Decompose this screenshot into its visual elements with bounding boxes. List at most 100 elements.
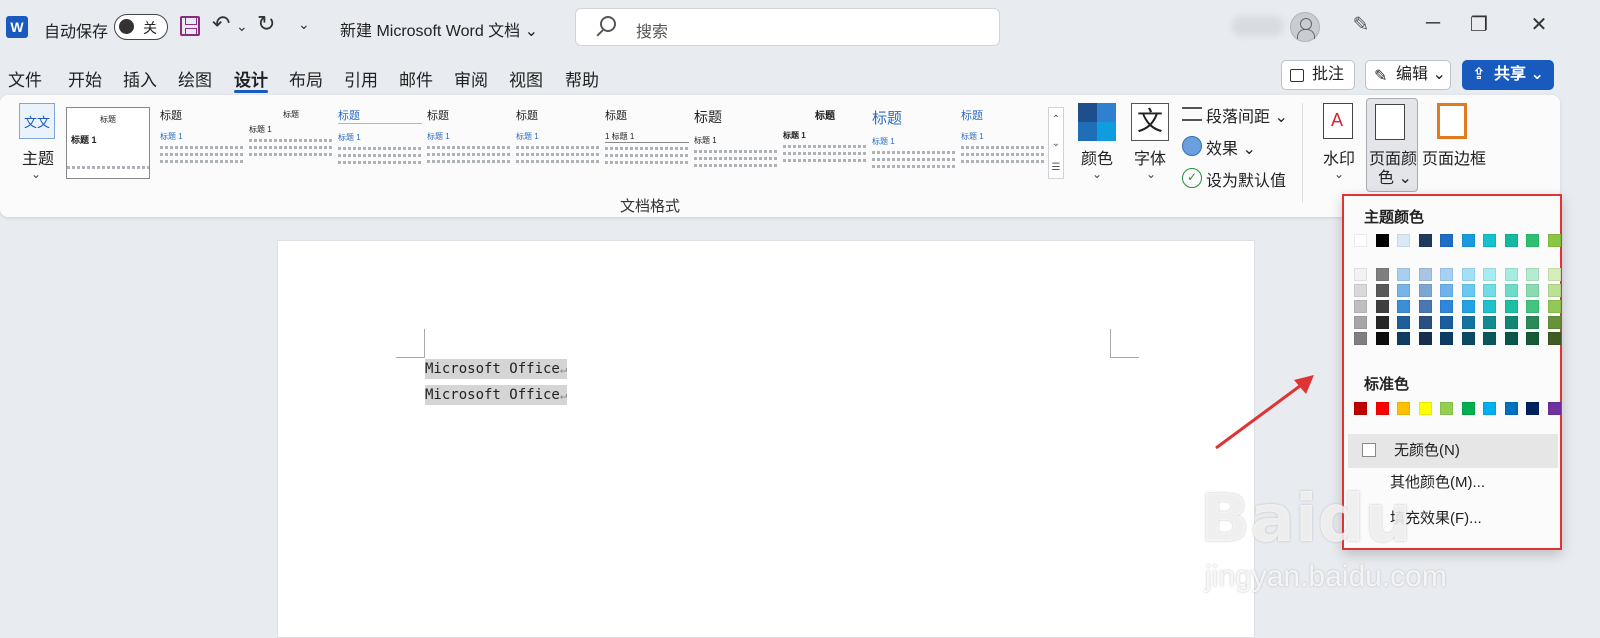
theme-color-shade-swatch[interactable] — [1547, 284, 1561, 297]
no-color-item[interactable]: 无颜色(N) — [1348, 434, 1558, 468]
themes-button[interactable]: 文文 — [16, 103, 58, 139]
theme-color-shade-swatch[interactable] — [1547, 300, 1561, 313]
tab-references[interactable]: 引用 — [344, 66, 378, 91]
theme-color-swatch[interactable] — [1483, 234, 1496, 247]
theme-color-shade-swatch[interactable] — [1354, 332, 1367, 345]
style-set-thumb[interactable]: 标题 标题 1 — [249, 107, 333, 179]
style-set-thumb[interactable]: 标题 标题 1 — [694, 107, 778, 179]
style-set-thumb[interactable]: 标题 标题 1 — [516, 107, 600, 179]
tab-insert[interactable]: 插入 — [123, 66, 157, 91]
theme-color-shade-swatch[interactable] — [1526, 268, 1539, 281]
theme-color-swatch[interactable] — [1461, 234, 1475, 247]
undo-icon[interactable]: ↶ — [212, 11, 230, 37]
theme-color-swatch[interactable] — [1397, 234, 1410, 247]
set-as-default-button[interactable]: ✓ 设为默认值 — [1182, 167, 1286, 191]
theme-color-shade-swatch[interactable] — [1418, 284, 1432, 297]
tab-review[interactable]: 审阅 — [454, 66, 488, 91]
style-set-thumb[interactable]: 标题 标题 1 — [338, 107, 422, 179]
style-set-thumb[interactable]: 标题 1 标题 1 — [605, 107, 689, 179]
theme-color-shade-swatch[interactable] — [1547, 332, 1561, 345]
style-set-thumb[interactable]: 标题 标题 1 — [961, 107, 1045, 179]
document-title[interactable]: 新建 Microsoft Word 文档 ⌄ — [340, 17, 538, 41]
autosave-toggle[interactable]: 关 — [114, 14, 168, 40]
theme-color-swatch[interactable] — [1418, 234, 1432, 247]
style-set-thumb[interactable]: 标题 标题 1 — [872, 107, 956, 179]
theme-color-shade-swatch[interactable] — [1440, 332, 1453, 345]
page-borders-label[interactable]: 页面边框 — [1422, 145, 1486, 169]
theme-color-shade-swatch[interactable] — [1483, 300, 1496, 313]
minimize-button[interactable]: ─ — [1418, 12, 1448, 35]
coauthor-icon[interactable]: ✎ — [1346, 12, 1376, 37]
theme-color-shade-swatch[interactable] — [1504, 300, 1518, 313]
theme-color-swatch[interactable] — [1440, 234, 1453, 247]
theme-color-shade-swatch[interactable] — [1397, 316, 1410, 329]
standard-color-swatch[interactable] — [1418, 402, 1432, 415]
undo-dropdown-icon[interactable]: ⌄ — [236, 18, 248, 35]
theme-color-swatch[interactable] — [1526, 234, 1539, 247]
standard-color-swatch[interactable] — [1440, 402, 1453, 415]
theme-color-shade-swatch[interactable] — [1354, 284, 1367, 297]
theme-color-shade-swatch[interactable] — [1440, 300, 1453, 313]
theme-color-shade-swatch[interactable] — [1461, 300, 1475, 313]
theme-color-shade-swatch[interactable] — [1526, 284, 1539, 297]
redo-icon[interactable]: ↻ — [257, 11, 275, 37]
page-borders-icon[interactable] — [1437, 103, 1467, 139]
share-button[interactable]: ⇪ 共享 ⌄ — [1462, 60, 1554, 90]
standard-color-swatch[interactable] — [1354, 402, 1367, 415]
theme-color-shade-swatch[interactable] — [1397, 300, 1410, 313]
theme-color-shade-swatch[interactable] — [1483, 284, 1496, 297]
tab-layout[interactable]: 布局 — [289, 66, 323, 91]
theme-color-shade-swatch[interactable] — [1375, 300, 1389, 313]
theme-color-shade-swatch[interactable] — [1440, 316, 1453, 329]
document-page[interactable]: Microsoft Office↵ Microsoft Office↵ — [277, 240, 1255, 638]
theme-color-shade-swatch[interactable] — [1504, 284, 1518, 297]
theme-color-shade-swatch[interactable] — [1461, 268, 1475, 281]
theme-color-shade-swatch[interactable] — [1504, 268, 1518, 281]
watermark-label[interactable]: 水印 — [1323, 145, 1355, 169]
tab-help[interactable]: 帮助 — [565, 66, 599, 91]
theme-color-shade-swatch[interactable] — [1504, 332, 1518, 345]
avatar[interactable] — [1290, 12, 1320, 42]
theme-color-shade-swatch[interactable] — [1526, 316, 1539, 329]
standard-color-swatch[interactable] — [1461, 402, 1475, 415]
theme-color-shade-swatch[interactable] — [1354, 316, 1367, 329]
tab-draw[interactable]: 绘图 — [178, 66, 212, 91]
style-set-thumb[interactable]: 标题 标题 1 — [783, 107, 867, 179]
theme-color-shade-swatch[interactable] — [1418, 268, 1432, 281]
colors-label[interactable]: 颜色 — [1081, 145, 1113, 169]
theme-color-shade-swatch[interactable] — [1461, 284, 1475, 297]
document-text-line[interactable]: Microsoft Office↵ — [425, 359, 568, 379]
theme-color-shade-swatch[interactable] — [1440, 284, 1453, 297]
theme-color-swatch[interactable] — [1375, 234, 1389, 247]
theme-color-shade-swatch[interactable] — [1526, 300, 1539, 313]
theme-color-shade-swatch[interactable] — [1418, 300, 1432, 313]
gallery-up-icon[interactable]: ⌃ — [1049, 108, 1063, 132]
theme-color-shade-swatch[interactable] — [1375, 284, 1389, 297]
theme-color-shade-swatch[interactable] — [1375, 268, 1389, 281]
document-text-line[interactable]: Microsoft Office↵ — [425, 385, 568, 405]
tab-design[interactable]: 设计 — [234, 66, 268, 93]
theme-color-shade-swatch[interactable] — [1483, 332, 1496, 345]
tab-view[interactable]: 视图 — [509, 66, 543, 91]
tab-home[interactable]: 开始 — [68, 66, 102, 91]
standard-color-swatch[interactable] — [1483, 402, 1496, 415]
close-button[interactable]: ✕ — [1524, 12, 1554, 37]
theme-color-shade-swatch[interactable] — [1375, 316, 1389, 329]
standard-color-swatch[interactable] — [1375, 402, 1389, 415]
watermark-icon[interactable] — [1323, 103, 1353, 139]
comments-button[interactable]: 批注 — [1281, 60, 1355, 90]
theme-color-shade-swatch[interactable] — [1461, 316, 1475, 329]
theme-color-shade-swatch[interactable] — [1483, 268, 1496, 281]
theme-color-shade-swatch[interactable] — [1397, 284, 1410, 297]
theme-color-shade-swatch[interactable] — [1418, 316, 1432, 329]
theme-color-shade-swatch[interactable] — [1397, 268, 1410, 281]
effects-button[interactable]: 效果 ⌄ — [1182, 135, 1256, 159]
gallery-more-icon[interactable]: ☰ — [1049, 156, 1063, 180]
paragraph-spacing-button[interactable]: 段落间距 ⌄ — [1182, 103, 1288, 127]
theme-color-swatch[interactable] — [1504, 234, 1518, 247]
theme-color-shade-swatch[interactable] — [1354, 300, 1367, 313]
fonts-icon[interactable]: 文 — [1131, 103, 1169, 141]
theme-color-shade-swatch[interactable] — [1418, 332, 1432, 345]
theme-color-shade-swatch[interactable] — [1397, 332, 1410, 345]
search-box[interactable]: 搜索 — [575, 8, 1000, 46]
